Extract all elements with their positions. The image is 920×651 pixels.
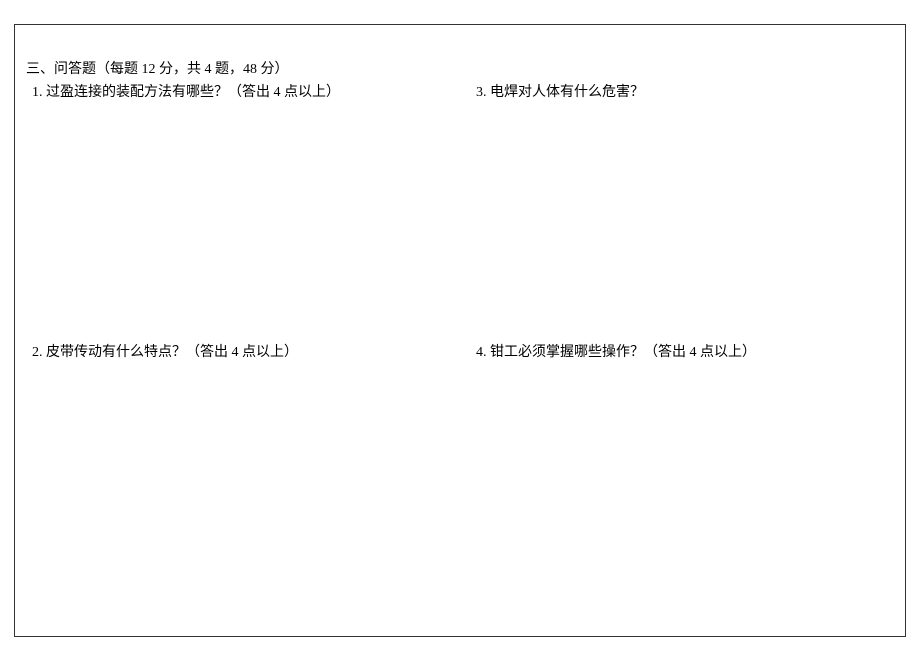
questions-grid: 1. 过盈连接的装配方法有哪些？（答出 4 点以上） 3. 电焊对人体有什么危害… [26,82,894,364]
question-1: 1. 过盈连接的装配方法有哪些？（答出 4 点以上） [26,82,450,342]
section-header: 三、问答题（每题 12 分，共 4 题，48 分） [26,58,894,78]
question-2: 2. 皮带传动有什么特点？（答出 4 点以上） [26,342,450,364]
question-4: 4. 钳工必须掌握哪些操作？（答出 4 点以上） [470,342,894,364]
content-area: 三、问答题（每题 12 分，共 4 题，48 分） 1. 过盈连接的装配方法有哪… [26,58,894,625]
question-3: 3. 电焊对人体有什么危害？ [470,82,894,342]
